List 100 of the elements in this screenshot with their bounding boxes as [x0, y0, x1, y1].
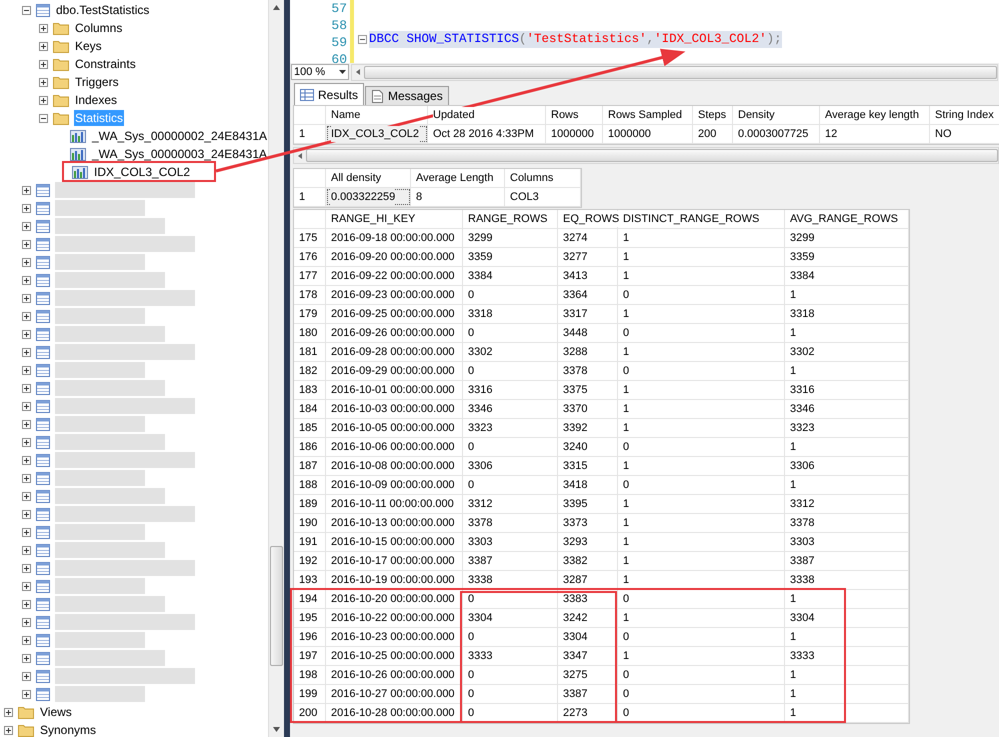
- table-cell: 3293: [558, 533, 618, 551]
- expand-icon[interactable]: [22, 582, 31, 590]
- expand-icon[interactable]: [22, 510, 31, 518]
- table-cell: 1: [785, 704, 909, 722]
- expand-icon[interactable]: [22, 276, 31, 284]
- table-cell: 0: [463, 628, 558, 646]
- tree-item[interactable]: dbo.TestStatistics: [55, 2, 150, 18]
- scroll-thumb[interactable]: [270, 546, 283, 666]
- row-number: 194: [294, 590, 326, 608]
- table-cell: 0: [463, 438, 558, 456]
- table-cell: 2016-09-22 00:00:00.000: [326, 267, 463, 285]
- line-number: 60: [331, 51, 347, 63]
- expand-icon[interactable]: [22, 312, 31, 320]
- collapse-icon[interactable]: [358, 34, 367, 44]
- expand-icon[interactable]: [22, 240, 31, 248]
- expand-icon[interactable]: [22, 204, 31, 212]
- expand-icon[interactable]: [39, 78, 48, 86]
- table-cell: 2016-10-19 00:00:00.000: [326, 571, 463, 589]
- expand-icon[interactable]: [22, 564, 31, 572]
- table-cell: 3383: [558, 590, 618, 608]
- expand-icon[interactable]: [39, 24, 48, 32]
- tree-item[interactable]: Views: [39, 704, 73, 720]
- table-cell: 3304: [558, 628, 618, 646]
- tree-item[interactable]: Indexes: [74, 92, 118, 108]
- expand-icon[interactable]: [22, 186, 31, 194]
- folder-icon: [53, 58, 69, 70]
- table-cell: 2016-10-22 00:00:00.000: [326, 609, 463, 627]
- expand-icon[interactable]: [39, 60, 48, 68]
- table-cell: 2016-09-26 00:00:00.000: [326, 324, 463, 342]
- table-cell: 1: [618, 533, 785, 551]
- tree-item[interactable]: Constraints: [74, 56, 137, 72]
- expand-icon[interactable]: [39, 42, 48, 50]
- table-cell: 1: [785, 324, 909, 342]
- table-cell: 3387: [785, 552, 909, 570]
- expand-icon[interactable]: [22, 492, 31, 500]
- table-cell: 0: [618, 286, 785, 304]
- expand-icon[interactable]: [22, 438, 31, 446]
- table-cell: 3318: [463, 305, 558, 323]
- expand-icon[interactable]: [22, 294, 31, 302]
- expand-icon[interactable]: [22, 618, 31, 626]
- expand-icon[interactable]: [22, 222, 31, 230]
- row-number: 189: [294, 495, 326, 513]
- row-number: 193: [294, 571, 326, 589]
- table-cell: 0: [618, 324, 785, 342]
- zoom-dropdown[interactable]: 100 %: [291, 64, 349, 80]
- table-cell: 3392: [558, 419, 618, 437]
- expand-icon[interactable]: [22, 600, 31, 608]
- tree-item[interactable]: IDX_COL3_COL2: [93, 164, 192, 180]
- table-cell: 3382: [558, 552, 618, 570]
- folder-icon: [53, 112, 69, 124]
- folder-icon: [53, 76, 69, 88]
- tree-item[interactable]: Synonyms: [39, 722, 98, 737]
- expand-icon[interactable]: [22, 348, 31, 356]
- expand-icon[interactable]: [22, 456, 31, 464]
- expand-icon[interactable]: [22, 528, 31, 536]
- expand-icon[interactable]: [4, 708, 13, 716]
- expand-icon[interactable]: [22, 384, 31, 392]
- table-icon: [36, 346, 50, 358]
- tree-item[interactable]: _WA_Sys_00000002_24E8431A: [90, 128, 268, 144]
- table-icon: [36, 436, 50, 448]
- expand-icon[interactable]: [22, 546, 31, 554]
- table-cell: 3418: [558, 476, 618, 494]
- expand-icon[interactable]: [4, 726, 13, 734]
- table-cell: 3316: [785, 381, 909, 399]
- expand-icon[interactable]: [22, 690, 31, 698]
- results-tab[interactable]: Results: [294, 83, 364, 105]
- table-cell: 1: [618, 609, 785, 627]
- results-tab[interactable]: Messages: [365, 86, 449, 105]
- expand-icon[interactable]: [22, 636, 31, 644]
- expand-icon[interactable]: [22, 654, 31, 662]
- bar-chart-icon: [70, 130, 86, 142]
- tree-item[interactable]: Keys: [74, 38, 103, 54]
- bar-chart-icon: [72, 166, 88, 178]
- horizontal-scrollbar[interactable]: [293, 147, 999, 164]
- tree-item[interactable]: Columns: [74, 20, 124, 36]
- expand-icon[interactable]: [39, 96, 48, 104]
- tree-item[interactable]: _WA_Sys_00000003_24E8431A: [90, 146, 268, 162]
- expand-icon[interactable]: [22, 258, 31, 266]
- table-icon: [36, 454, 50, 466]
- table-cell: 2016-09-20 00:00:00.000: [326, 248, 463, 266]
- expand-icon[interactable]: [22, 330, 31, 338]
- expand-icon[interactable]: [22, 402, 31, 410]
- horizontal-scrollbar[interactable]: [351, 64, 998, 80]
- expand-icon[interactable]: [22, 672, 31, 680]
- table-icon: [36, 562, 50, 574]
- table-icon: [36, 616, 50, 628]
- collapse-icon[interactable]: [22, 6, 31, 14]
- table-cell: 2016-10-25 00:00:00.000: [326, 647, 463, 665]
- tree-item[interactable]: Triggers: [74, 74, 120, 90]
- table-cell: 0: [463, 286, 558, 304]
- table-cell: 3373: [558, 514, 618, 532]
- collapse-icon[interactable]: [39, 114, 48, 122]
- table-icon: [36, 598, 50, 610]
- table-cell: 2016-10-06 00:00:00.000: [326, 438, 463, 456]
- vertical-scrollbar[interactable]: [268, 0, 284, 737]
- expand-icon[interactable]: [22, 366, 31, 374]
- row-number: 185: [294, 419, 326, 437]
- table-cell: 1: [785, 666, 909, 684]
- expand-icon[interactable]: [22, 420, 31, 428]
- expand-icon[interactable]: [22, 474, 31, 482]
